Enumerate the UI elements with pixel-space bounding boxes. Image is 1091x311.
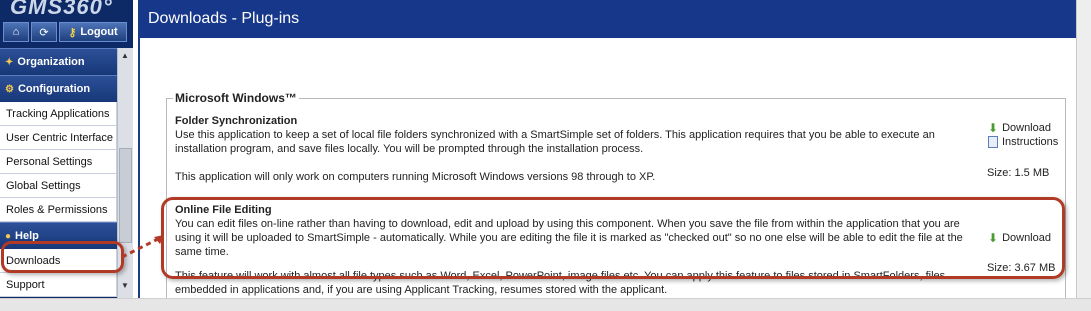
file-size: Size: 1.5 MB (987, 167, 1050, 179)
scrollbar-thumb[interactable] (119, 148, 132, 243)
download-icon: ⬇ (988, 121, 999, 135)
scroll-down-icon[interactable]: ▼ (121, 281, 129, 290)
app-logo: GMS360° (10, 0, 113, 19)
window-edge-right (1076, 0, 1091, 311)
sidebar-item-global-settings[interactable]: Global Settings (0, 174, 117, 198)
plugin-folder-sync: Folder Synchronization Use this applicat… (175, 114, 1055, 184)
refresh-icon[interactable]: ⟳ (31, 22, 57, 42)
sidebar-item-user-centric-interface[interactable]: User Centric Interface (0, 126, 117, 150)
logout-button[interactable]: ⚷ Logout (59, 22, 127, 42)
plugin-title: Folder Synchronization (175, 115, 298, 127)
sidebar-section-configuration[interactable]: ⚙ Configuration (0, 75, 117, 102)
scroll-up-icon[interactable]: ▲ (121, 51, 129, 60)
callout-arrow (121, 235, 164, 259)
page-title: Downloads - Plug-ins (140, 0, 1076, 38)
sidebar-item-personal-settings[interactable]: Personal Settings (0, 150, 117, 174)
sidebar-item-tracking-applications[interactable]: Tracking Applications (0, 102, 117, 126)
highlight-callout (161, 197, 1065, 279)
document-icon (988, 136, 998, 148)
instructions-link[interactable]: Instructions (988, 136, 1058, 148)
sidebar-section-organization[interactable]: ✦ Organization (0, 48, 117, 75)
sidebar-section-label: Configuration (17, 83, 91, 95)
window-edge-bottom (0, 298, 1091, 311)
key-icon: ⚷ (68, 26, 77, 39)
highlight-callout-downloads (1, 241, 124, 273)
help-icon: ● (5, 230, 12, 242)
group-legend: Microsoft Windows™ (173, 91, 299, 105)
sidebar-section-label: Organization (17, 56, 85, 68)
sidebar-item-roles-permissions[interactable]: Roles & Permissions (0, 198, 117, 222)
home-icon[interactable]: ⌂ (3, 22, 29, 42)
toolbar: ⌂ ⟳ ⚷ Logout (3, 22, 127, 44)
people-icon: ✦ (5, 56, 14, 68)
plugin-description: Use this application to keep a set of lo… (175, 129, 935, 141)
sidebar-item-support[interactable]: Support (0, 273, 117, 297)
download-label: Download (1002, 122, 1051, 134)
instructions-label: Instructions (1002, 136, 1059, 148)
plugin-note: embedded in applications and, if you are… (175, 284, 668, 296)
download-link[interactable]: ⬇ Download (988, 121, 1051, 135)
gear-icon: ⚙ (5, 83, 14, 95)
plugin-description: installation program, and save files loc… (175, 143, 644, 155)
plugin-note: This application will only work on compu… (175, 171, 656, 183)
logout-label: Logout (80, 26, 118, 38)
